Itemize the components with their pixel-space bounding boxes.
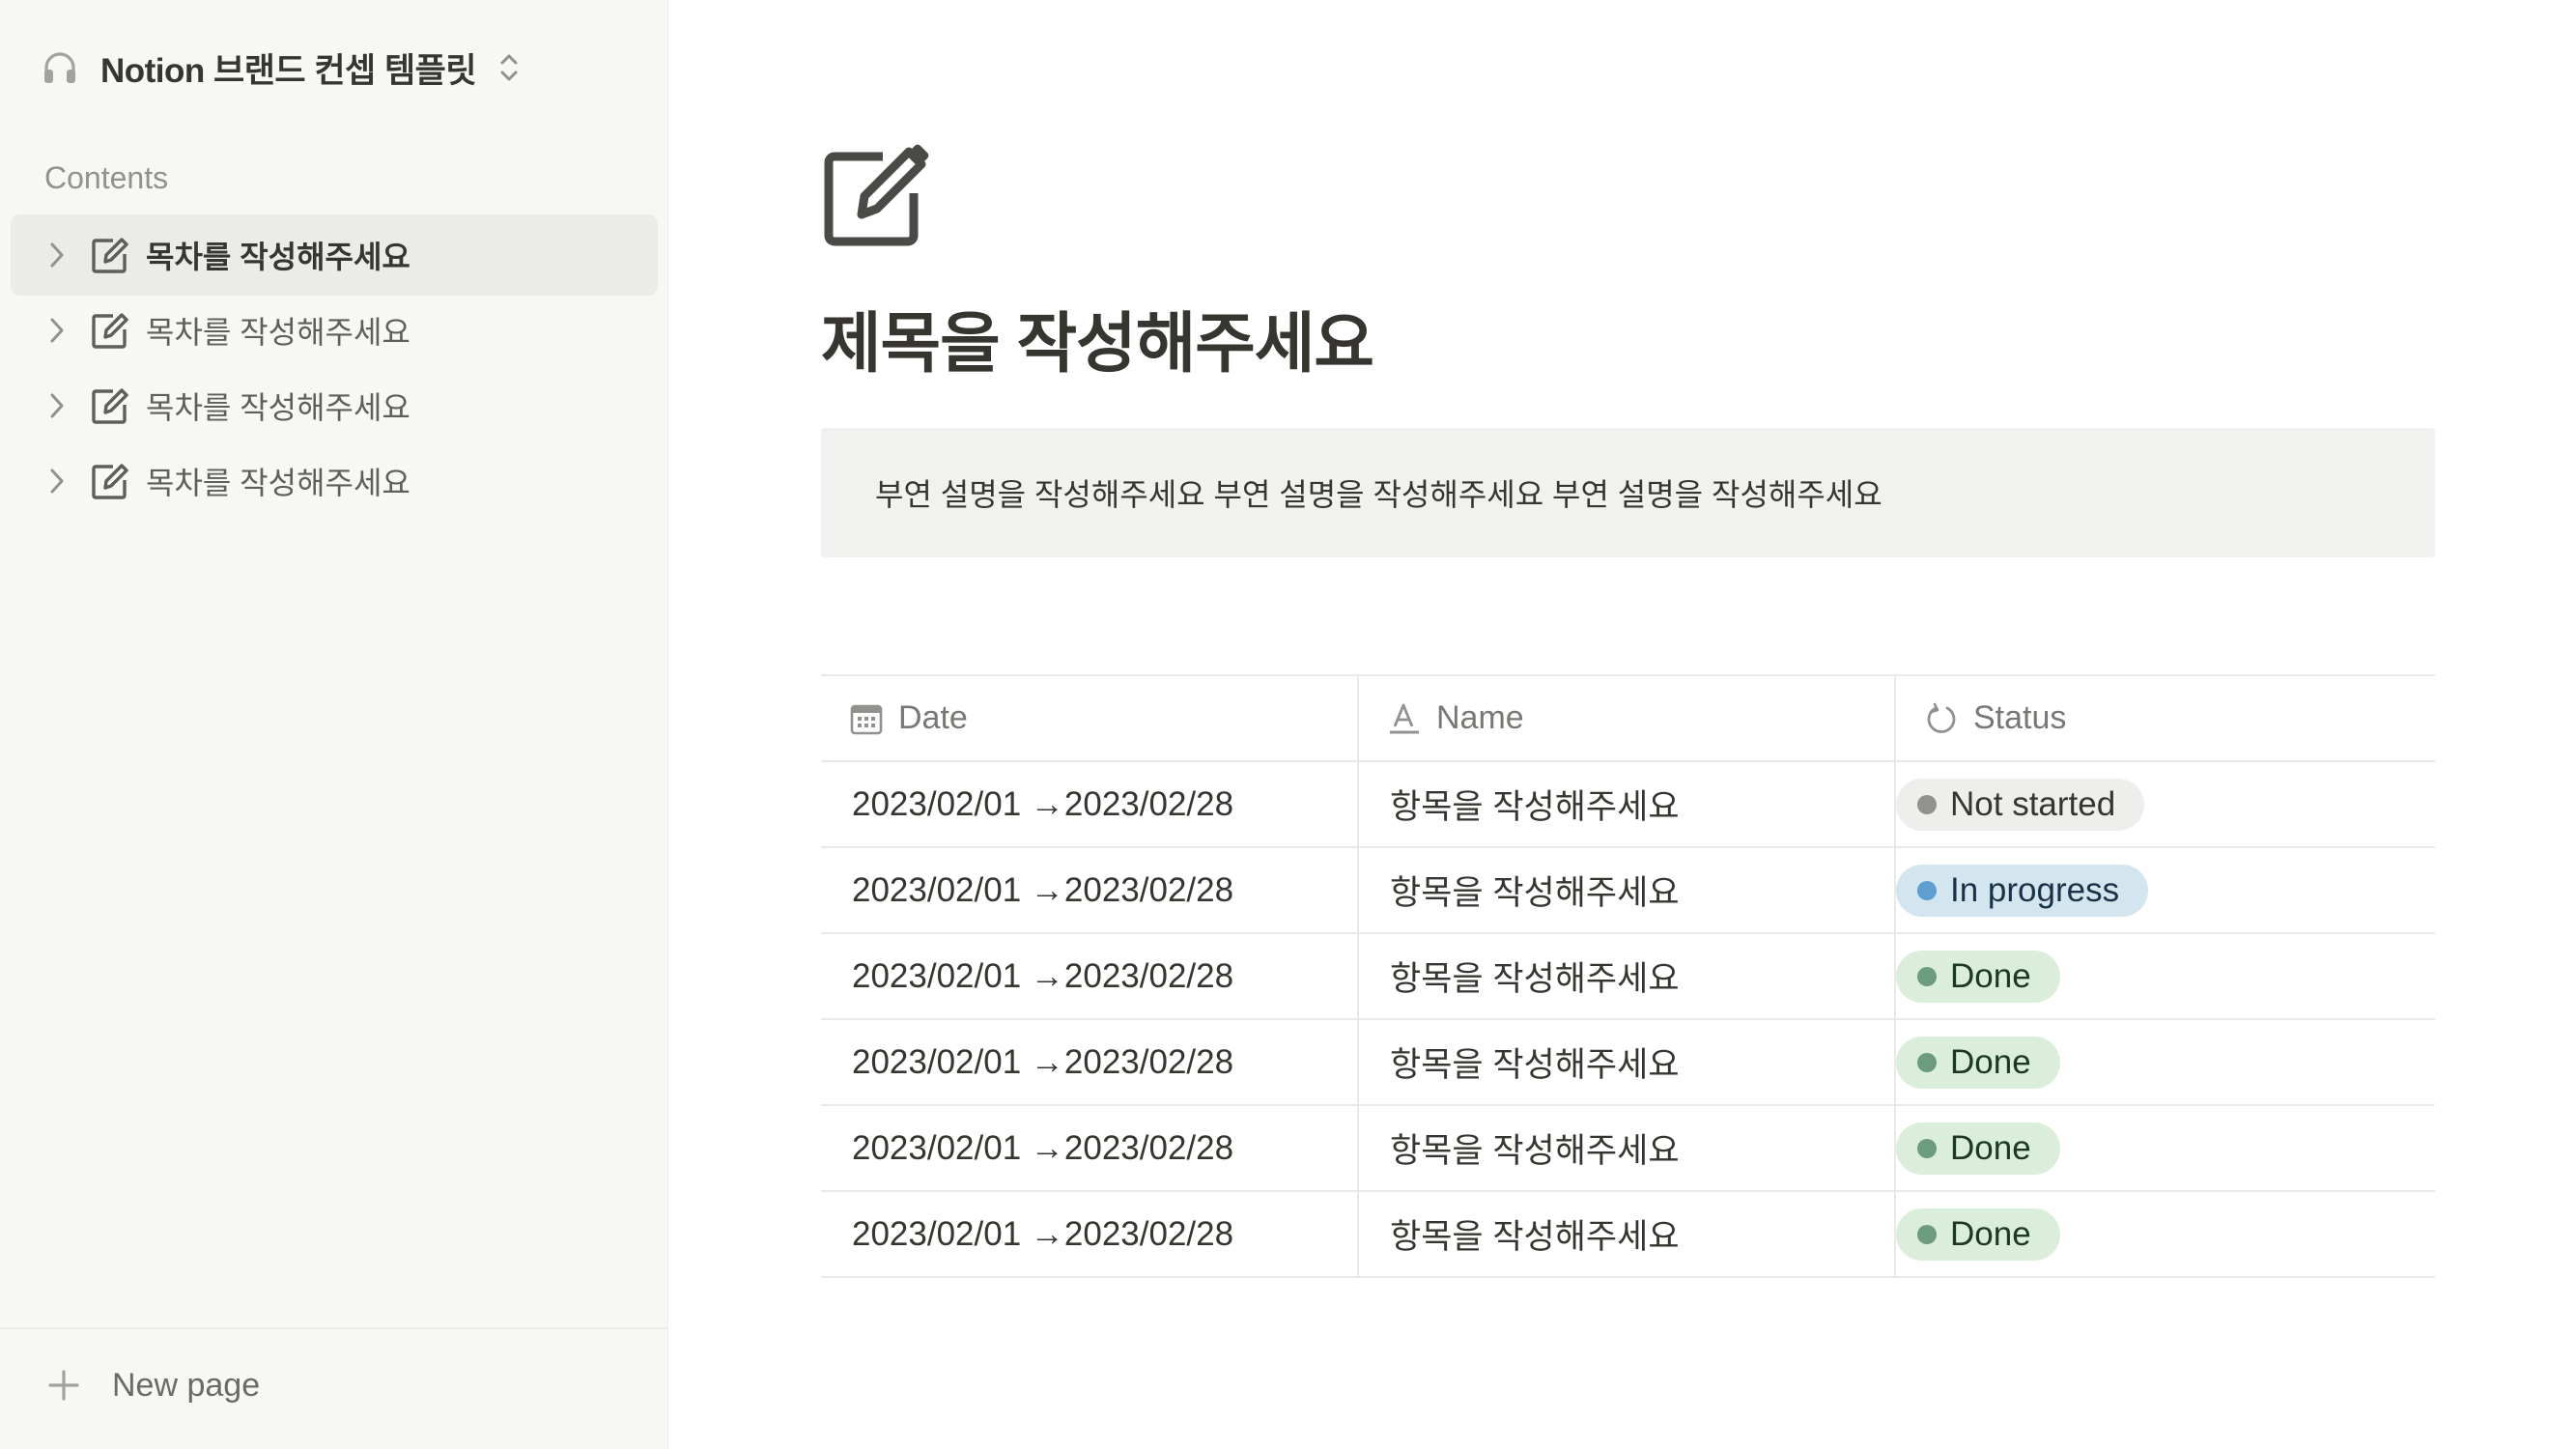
edit-icon: [88, 233, 132, 277]
name-cell[interactable]: 항목을 작성해주세요: [1357, 846, 1895, 934]
sidebar-item-label: 목차를 작성해주세요: [146, 240, 410, 274]
page-title[interactable]: 제목을 작성해주세요: [821, 290, 1374, 385]
status-badge[interactable]: Done: [1896, 950, 2060, 1003]
database-table: Date Name Status 2023/02/01 →2023/02/28 …: [821, 674, 2435, 1278]
name-value: 항목을 작성해주세요: [1390, 960, 1680, 998]
status-dot: [1917, 966, 1937, 986]
name-cell[interactable]: 항목을 작성해주세요: [1357, 1190, 1895, 1278]
date-value: 2023/02/01 →2023/02/28: [852, 784, 1234, 823]
chevron-up-down-icon[interactable]: [495, 48, 523, 87]
status-dot: [1917, 880, 1937, 900]
status-label: Done: [1950, 1042, 2031, 1081]
status-badge[interactable]: Done: [1896, 1036, 2060, 1089]
status-label: Not started: [1950, 784, 2116, 823]
date-cell[interactable]: 2023/02/01 →2023/02/28: [821, 846, 1358, 934]
table-row[interactable]: 2023/02/01 →2023/02/28 항목을 작성해주세요 Done: [821, 932, 2435, 1020]
sidebar-page-list: 목차를 작성해주세요 목차를 작성해주세요 목차를 작성해주세요 목차를 작성해…: [11, 214, 658, 516]
column-header-label: Status: [1973, 699, 2067, 736]
table-header-row: Date Name Status: [821, 674, 2435, 762]
date-cell[interactable]: 2023/02/01 →2023/02/28: [821, 1104, 1358, 1192]
chevron-right-icon[interactable]: [40, 238, 74, 272]
name-value: 항목을 작성해주세요: [1390, 788, 1680, 826]
chevron-right-icon[interactable]: [40, 313, 74, 348]
table-row[interactable]: 2023/02/01 →2023/02/28 항목을 작성해주세요 Done: [821, 1018, 2435, 1106]
workspace-switcher[interactable]: Notion 브랜드 컨셉 템플릿: [39, 43, 523, 93]
table-row[interactable]: 2023/02/01 →2023/02/28 항목을 작성해주세요 Not st…: [821, 760, 2435, 848]
column-header-label: Date: [898, 699, 968, 736]
status-dot: [1917, 794, 1937, 814]
name-cell[interactable]: 항목을 작성해주세요: [1357, 1104, 1895, 1192]
date-value: 2023/02/01 →2023/02/28: [852, 1128, 1234, 1167]
column-header-date[interactable]: Date: [821, 674, 1358, 762]
edit-icon: [88, 459, 132, 503]
name-value: 항목을 작성해주세요: [1390, 1132, 1680, 1170]
chevron-right-icon[interactable]: [40, 464, 74, 498]
status-label: Done: [1950, 1214, 2031, 1253]
workspace-name: Notion 브랜드 컨셉 템플릿: [100, 51, 477, 90]
chevron-right-icon[interactable]: [40, 388, 74, 423]
status-badge[interactable]: Not started: [1896, 778, 2145, 831]
status-badge[interactable]: In progress: [1896, 864, 2149, 917]
new-page-button[interactable]: New page: [44, 1366, 260, 1405]
column-header-label: Name: [1436, 699, 1524, 736]
text-property-icon: [1386, 700, 1423, 737]
section-label-contents: Contents: [44, 160, 169, 195]
sidebar-item[interactable]: 목차를 작성해주세요: [11, 365, 658, 446]
date-value: 2023/02/01 →2023/02/28: [852, 1214, 1234, 1253]
column-header-status[interactable]: Status: [1894, 674, 2435, 762]
table-row[interactable]: 2023/02/01 →2023/02/28 항목을 작성해주세요 In pro…: [821, 846, 2435, 934]
status-dot: [1917, 1138, 1937, 1158]
callout-block[interactable]: 부연 설명을 작성해주세요 부연 설명을 작성해주세요 부연 설명을 작성해주세…: [821, 428, 2435, 557]
calendar-icon: [848, 700, 885, 737]
new-page-label: New page: [112, 1366, 261, 1404]
edit-icon: [88, 384, 132, 428]
status-dot: [1917, 1052, 1937, 1072]
date-value: 2023/02/01 →2023/02/28: [852, 956, 1234, 995]
status-cell[interactable]: Not started: [1894, 760, 2435, 848]
status-label: Done: [1950, 956, 2031, 995]
status-dot: [1917, 1224, 1937, 1244]
headphones-icon: [39, 46, 81, 89]
name-cell[interactable]: 항목을 작성해주세요: [1357, 932, 1895, 1020]
page-content: 제목을 작성해주세요 부연 설명을 작성해주세요 부연 설명을 작성해주세요 부…: [668, 0, 2576, 1449]
date-cell[interactable]: 2023/02/01 →2023/02/28: [821, 932, 1358, 1020]
sidebar: Notion 브랜드 컨셉 템플릿 Contents 목차를 작성해주세요 목차…: [0, 0, 668, 1449]
name-value: 항목을 작성해주세요: [1390, 874, 1680, 912]
sidebar-item[interactable]: 목차를 작성해주세요: [11, 440, 658, 522]
sidebar-item[interactable]: 목차를 작성해주세요: [11, 290, 658, 371]
status-cell[interactable]: Done: [1894, 1104, 2435, 1192]
table-row[interactable]: 2023/02/01 →2023/02/28 항목을 작성해주세요 Done: [821, 1190, 2435, 1278]
status-badge[interactable]: Done: [1896, 1122, 2060, 1175]
status-cell[interactable]: In progress: [1894, 846, 2435, 934]
date-cell[interactable]: 2023/02/01 →2023/02/28: [821, 1190, 1358, 1278]
status-label: In progress: [1950, 870, 2120, 909]
name-value: 항목을 작성해주세요: [1390, 1218, 1680, 1256]
date-cell[interactable]: 2023/02/01 →2023/02/28: [821, 760, 1358, 848]
name-value: 항목을 작성해주세요: [1390, 1046, 1680, 1084]
date-value: 2023/02/01 →2023/02/28: [852, 1042, 1234, 1081]
sidebar-item-label: 목차를 작성해주세요: [146, 315, 410, 350]
name-cell[interactable]: 항목을 작성해주세요: [1357, 1018, 1895, 1106]
status-cell[interactable]: Done: [1894, 932, 2435, 1020]
sidebar-item-label: 목차를 작성해주세요: [146, 390, 410, 425]
edit-icon: [88, 308, 132, 353]
status-cell[interactable]: Done: [1894, 1018, 2435, 1106]
status-cell[interactable]: Done: [1894, 1190, 2435, 1278]
date-cell[interactable]: 2023/02/01 →2023/02/28: [821, 1018, 1358, 1106]
status-badge[interactable]: Done: [1896, 1208, 2060, 1261]
edit-icon[interactable]: [821, 137, 933, 249]
column-header-name[interactable]: Name: [1357, 674, 1895, 762]
status-label: Done: [1950, 1128, 2031, 1167]
callout-text: 부연 설명을 작성해주세요 부연 설명을 작성해주세요 부연 설명을 작성해주세…: [875, 477, 1882, 512]
date-value: 2023/02/01 →2023/02/28: [852, 870, 1234, 909]
name-cell[interactable]: 항목을 작성해주세요: [1357, 760, 1895, 848]
sidebar-item[interactable]: 목차를 작성해주세요: [11, 214, 658, 296]
plus-icon: [44, 1366, 83, 1405]
sidebar-footer: New page: [0, 1327, 668, 1449]
status-icon: [1923, 700, 1960, 737]
table-row[interactable]: 2023/02/01 →2023/02/28 항목을 작성해주세요 Done: [821, 1104, 2435, 1192]
sidebar-item-label: 목차를 작성해주세요: [146, 466, 410, 500]
